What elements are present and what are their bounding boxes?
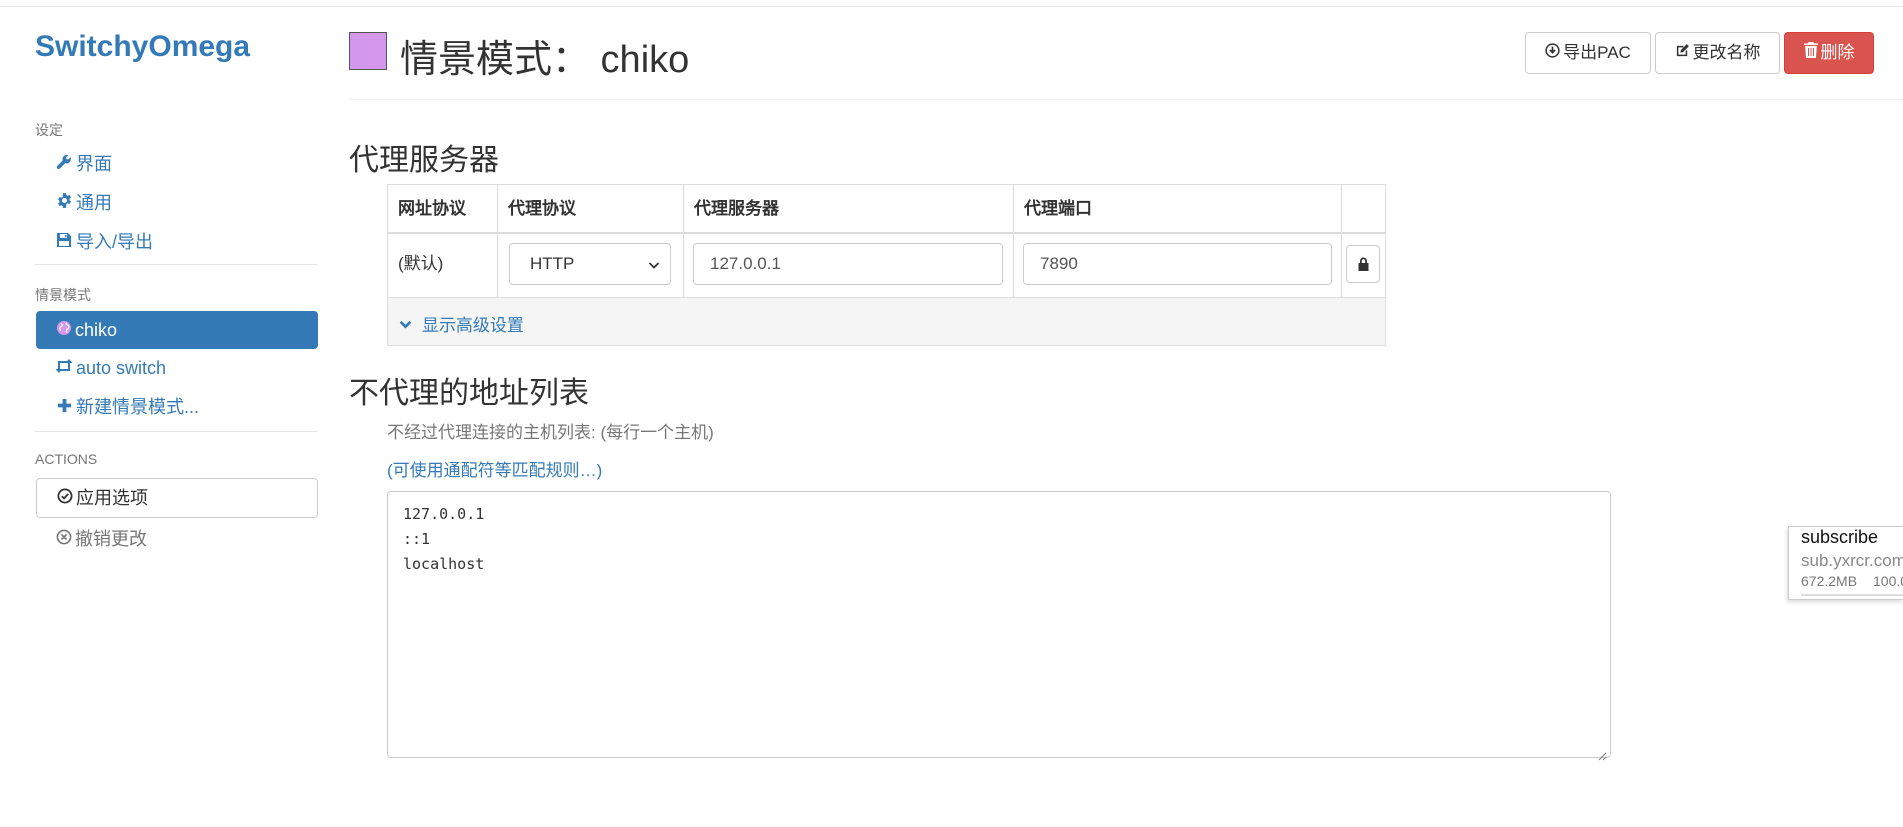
globe-icon	[53, 311, 75, 349]
proxy-servers-heading: 代理服务器	[349, 144, 499, 177]
popup-title: subscribe	[1801, 527, 1879, 547]
floppy-icon	[53, 228, 75, 258]
sidebar-item-label: 导入/导出	[76, 232, 154, 252]
bypass-line: 127.0.0.1	[403, 505, 485, 523]
app-brand[interactable]: SwitchyOmega	[35, 30, 250, 64]
popup-url: sub.yxrcr.com	[1801, 551, 1903, 570]
sidebar-item-import-export[interactable]: 导入/导出	[53, 227, 153, 257]
column-divider	[1341, 185, 1342, 297]
top-border	[0, 6, 1903, 7]
sidebar-item-new-profile[interactable]: 新建情景模式...	[53, 392, 199, 422]
bypass-line: ::1	[403, 530, 431, 548]
rename-button[interactable]: 更改名称	[1655, 32, 1780, 74]
proxy-server-input[interactable]: 127.0.0.1	[693, 243, 1003, 285]
proxy-protocol-value: HTTP	[530, 254, 575, 273]
export-pac-label: 导出PAC	[1563, 43, 1631, 62]
check-circle-icon	[54, 479, 76, 517]
sidebar-item-auto-switch[interactable]: auto switch	[53, 353, 166, 383]
profiles-heading: 情景模式	[35, 287, 91, 303]
page-title: 情景模式： chiko	[400, 39, 690, 81]
discard-changes-link[interactable]: 撤销更改	[53, 524, 147, 554]
bypass-line: localhost	[403, 555, 485, 573]
delete-button[interactable]: 删除	[1784, 32, 1874, 74]
show-advanced-link[interactable]: 显示高级设置	[399, 311, 524, 336]
times-circle-icon	[53, 524, 75, 554]
proxy-table: 网址协议 代理协议 代理服务器 代理端口 (默认) HTTP 127.0.0.1…	[387, 184, 1386, 346]
export-pac-button[interactable]: 导出PAC	[1525, 32, 1651, 74]
wildcard-rules-link[interactable]: (可使用通配符等匹配规则…)	[387, 456, 602, 481]
sidebar-item-label: auto switch	[76, 358, 167, 378]
scheme-cell: (默认)	[398, 254, 444, 273]
column-header-port: 代理端口	[1024, 199, 1092, 218]
settings-heading: 设定	[35, 122, 63, 138]
popup-size: 672.2MB	[1801, 573, 1858, 589]
bypass-help-text: 不经过代理连接的主机列表: (每行一个主机)	[387, 423, 714, 442]
plus-icon	[53, 393, 75, 423]
profile-color-swatch[interactable]	[349, 32, 387, 70]
proxy-protocol-select[interactable]: HTTP	[509, 243, 671, 285]
header-divider	[349, 99, 1903, 100]
sidebar-item-label: 界面	[76, 154, 112, 174]
sidebar-item-label: 通用	[76, 193, 112, 213]
column-header-protocol: 代理协议	[508, 199, 576, 218]
advanced-settings-row: 显示高级设置	[388, 297, 1385, 345]
sidebar-item-label: 新建情景模式...	[76, 397, 200, 417]
show-advanced-label: 显示高级设置	[421, 316, 524, 335]
apply-options-label: 应用选项	[76, 488, 148, 508]
delete-label: 删除	[1820, 43, 1855, 62]
discard-changes-label: 撤销更改	[75, 529, 147, 549]
gear-icon	[53, 189, 75, 219]
sidebar-item-general[interactable]: 通用	[53, 188, 112, 218]
chevron-down-icon	[399, 318, 416, 334]
sidebar-divider	[35, 264, 317, 265]
bypass-list-heading: 不代理的地址列表	[349, 377, 589, 410]
column-header-server: 代理服务器	[694, 199, 779, 218]
sidebar-divider	[35, 431, 317, 432]
bypass-list-textarea[interactable]: 127.0.0.1 ::1 localhost	[387, 491, 1611, 761]
apply-options-button[interactable]: 应用选项	[36, 478, 318, 518]
trash-icon	[1803, 33, 1818, 73]
download-icon	[1545, 33, 1560, 73]
column-header-scheme: 网址协议	[398, 199, 466, 218]
auth-lock-button[interactable]	[1346, 245, 1380, 283]
wrench-icon	[53, 150, 75, 180]
actions-heading: ACTIONS	[35, 451, 98, 467]
sidebar-item-label: chiko	[75, 320, 118, 340]
retweet-icon	[53, 354, 75, 384]
sidebar-item-chiko[interactable]: chiko	[36, 311, 318, 349]
resize-grip-icon[interactable]	[1597, 744, 1607, 761]
popup-progress-bar	[1801, 594, 1903, 596]
subscription-popup[interactable]: subscribe sub.yxrcr.com 672.2MB 100.0	[1788, 526, 1903, 600]
sidebar-item-interface[interactable]: 界面	[53, 149, 112, 179]
rename-label: 更改名称	[1692, 43, 1761, 62]
proxy-port-input[interactable]: 7890	[1023, 243, 1332, 285]
chevron-down-icon	[648, 244, 660, 284]
edit-icon	[1675, 33, 1690, 73]
header-row-divider	[388, 232, 1385, 234]
popup-percent: 100.0	[1873, 573, 1903, 589]
lock-icon	[1357, 256, 1370, 277]
